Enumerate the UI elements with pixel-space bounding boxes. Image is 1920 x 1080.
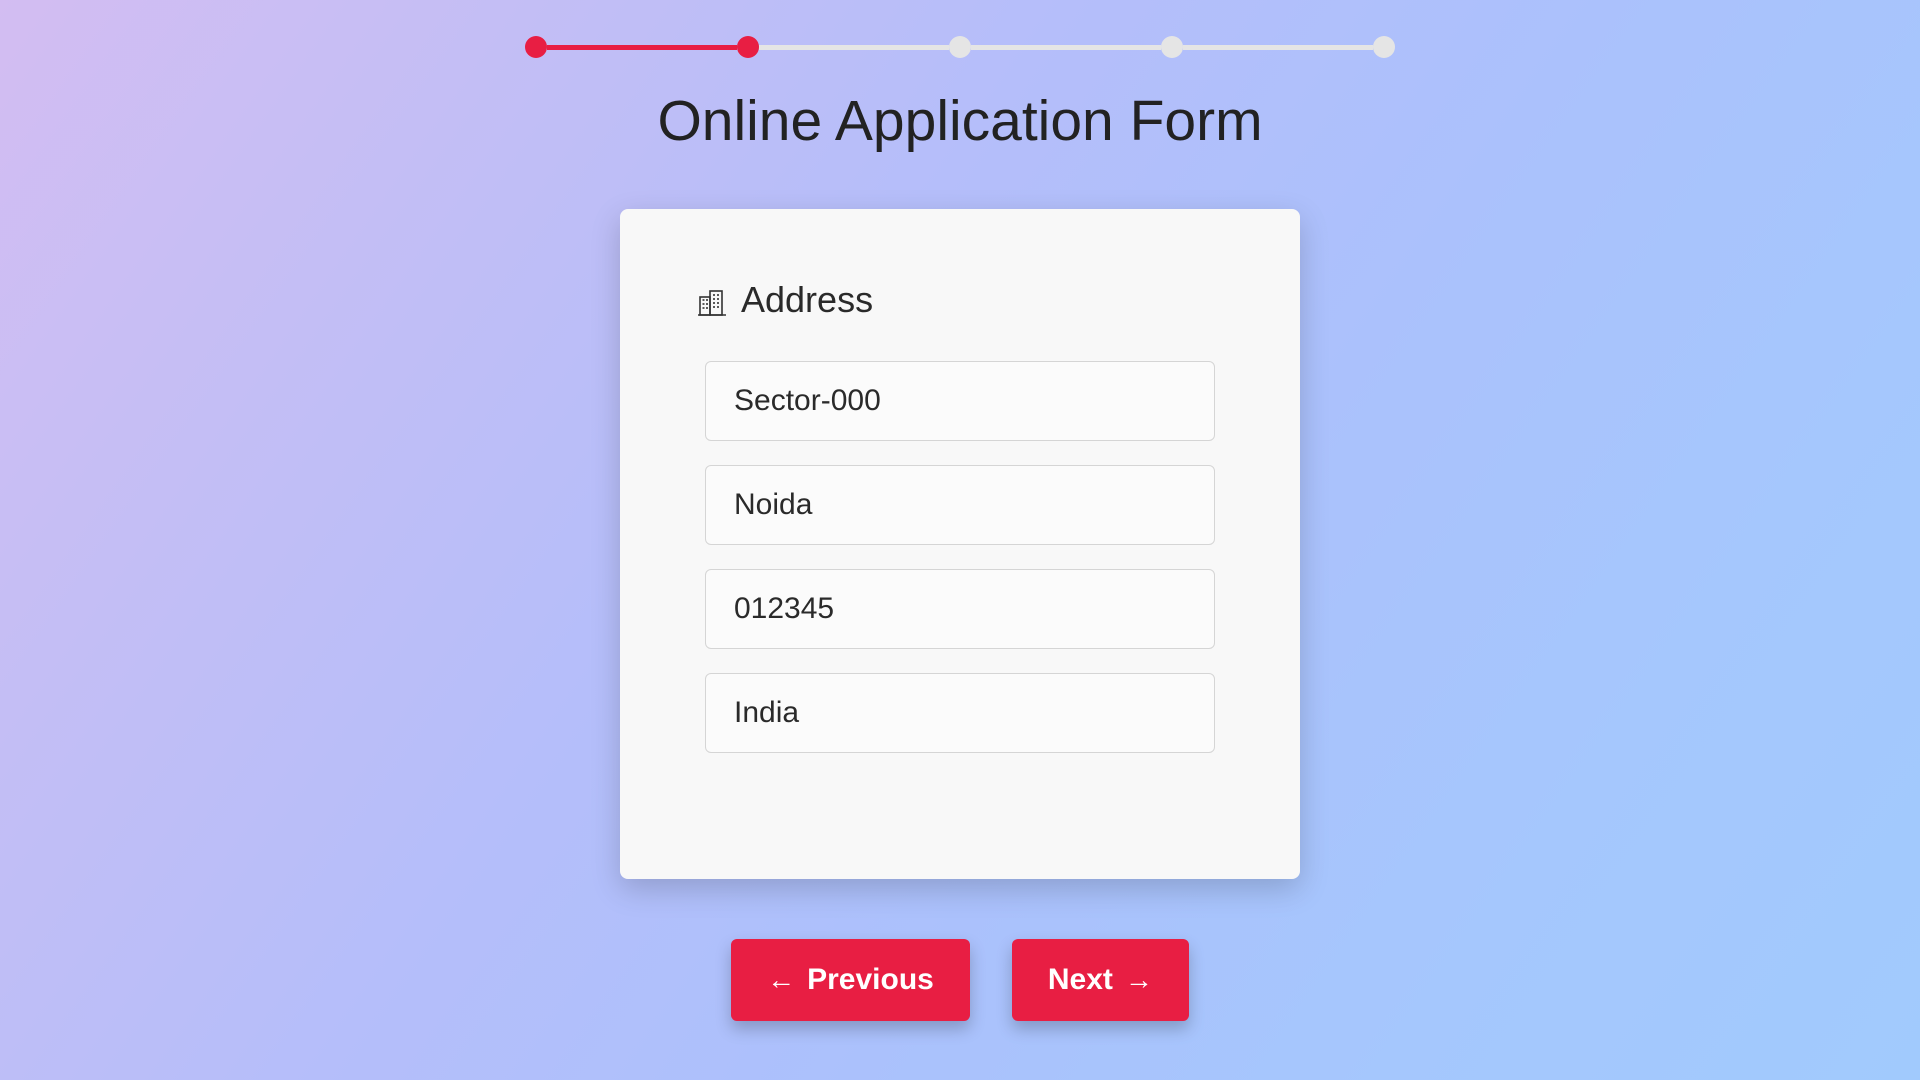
section-title: Address — [741, 279, 873, 321]
previous-button-label: Previous — [807, 963, 934, 997]
buildings-icon — [695, 283, 729, 317]
country-field[interactable] — [705, 673, 1215, 753]
step-line-4 — [1183, 45, 1373, 50]
step-line-3 — [971, 45, 1161, 50]
step-dot-4 — [1161, 36, 1183, 58]
postal-field[interactable] — [705, 569, 1215, 649]
step-line-2 — [759, 45, 949, 50]
button-row: ← Previous Next → — [731, 939, 1189, 1021]
city-field[interactable] — [705, 465, 1215, 545]
step-dot-2 — [737, 36, 759, 58]
arrow-left-icon: ← — [767, 964, 795, 996]
next-button-label: Next — [1048, 963, 1113, 997]
page-title: Online Application Form — [657, 88, 1262, 154]
step-dot-3 — [949, 36, 971, 58]
next-button[interactable]: Next → — [1012, 939, 1189, 1021]
step-dot-1 — [525, 36, 547, 58]
section-header: Address — [695, 279, 1215, 321]
arrow-right-icon: → — [1125, 964, 1153, 996]
progress-stepper — [525, 36, 1395, 58]
previous-button[interactable]: ← Previous — [731, 939, 970, 1021]
inputs-group — [705, 361, 1215, 753]
step-line-1 — [547, 45, 737, 50]
form-card: Address — [620, 209, 1300, 879]
step-dot-5 — [1373, 36, 1395, 58]
street-field[interactable] — [705, 361, 1215, 441]
